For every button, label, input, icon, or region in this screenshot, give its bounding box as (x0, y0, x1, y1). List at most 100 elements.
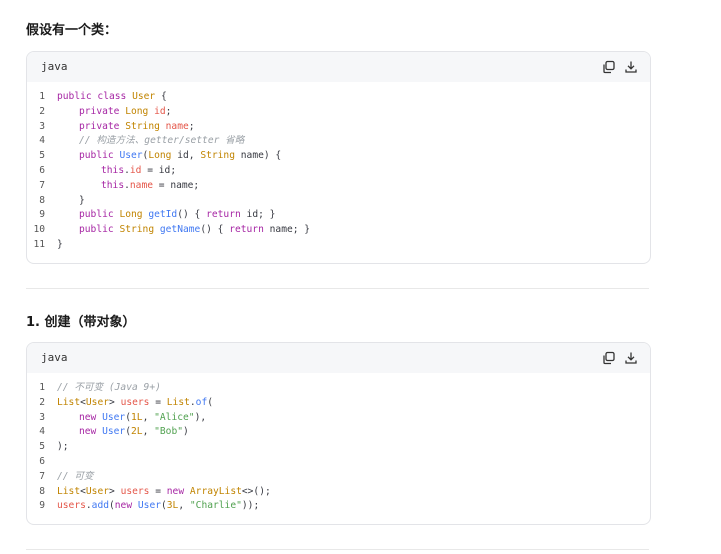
line-number: 11 (33, 238, 45, 250)
code-token: () { (177, 209, 207, 221)
section-divider (26, 288, 649, 289)
code-line: 8} (27, 194, 650, 209)
code-token: User (102, 426, 126, 438)
line-number: 4 (39, 135, 45, 147)
code-line: 1 public class User { (27, 90, 650, 105)
code-line: 7 this.name = name; (27, 179, 650, 194)
code-token: String (119, 224, 160, 236)
code-block-actions (602, 59, 638, 74)
code-token: // 不可变 (Java 9+) (57, 382, 161, 393)
code-token: List (166, 396, 190, 408)
line-number: 6 (39, 455, 45, 467)
code-token: return (229, 224, 270, 236)
download-icon[interactable] (624, 350, 638, 364)
line-number: 10 (33, 224, 45, 236)
line-number: 3 (39, 411, 45, 423)
code-token: users (120, 485, 150, 497)
code-token: new (79, 426, 103, 438)
code-line: 8 List<User> users = new ArrayList<>(); (27, 485, 650, 500)
code-token: User (85, 485, 109, 497)
code-token: // 可变 (57, 470, 94, 482)
code-token: name (129, 179, 153, 191)
code-line: 3 private String name; (27, 120, 650, 135)
code-line: 2 List<User> users = List.of( (27, 396, 650, 411)
code-line: 1 // 不可变 (Java 9+) (27, 381, 650, 396)
code-line: 11} (27, 238, 650, 253)
intro-heading: 假设有一个类： (26, 23, 118, 38)
code-token: ), (194, 411, 207, 423)
code-token: } (79, 194, 85, 206)
code-token: User (132, 91, 156, 102)
code-token: 1L (131, 411, 143, 423)
section-divider (26, 549, 649, 550)
line-number: 1 (39, 91, 45, 102)
code-token: getId (148, 209, 178, 221)
code-token: id; } (246, 209, 276, 221)
code-line: 9 public Long getId() { return id; } (27, 208, 650, 223)
section-heading: 1. 创建（带对象） (26, 315, 136, 330)
code-line: 10 public String getName() { return name;… (27, 223, 650, 238)
code-token: "Bob" (154, 426, 184, 438)
code-token: getName (159, 224, 201, 236)
code-token: // 构造方法、getter/setter 省略 (79, 135, 245, 147)
code-token: Long (148, 150, 178, 162)
code-block-header: java (27, 343, 650, 373)
code-token: "Alice" (154, 411, 195, 423)
code-token: User (102, 411, 126, 423)
code-token: String (200, 150, 241, 162)
code-token: = (149, 396, 167, 408)
line-number: 6 (39, 164, 45, 176)
code-token: 3L (166, 500, 179, 512)
code-token: private (79, 105, 126, 117)
line-number: 1 (39, 382, 45, 393)
code-block-class: java 1 public class User {2 private Long i… (26, 51, 651, 264)
code-token: = (149, 485, 167, 497)
code-token: User (119, 150, 143, 162)
code-token: public (79, 224, 120, 236)
code-line: 9 users.add(new User(3L, "Charlie")); (27, 499, 650, 514)
code-token: users (57, 500, 86, 512)
code-token: new (79, 411, 103, 423)
code-token: ; (165, 105, 172, 117)
line-number: 8 (39, 485, 45, 497)
line-number: 3 (39, 120, 45, 132)
code-line: 3 new User(1L, "Alice"), (27, 411, 650, 426)
line-number: 5 (39, 150, 45, 162)
line-number: 7 (39, 470, 45, 482)
line-number: 2 (39, 105, 45, 117)
code-token: ) (183, 426, 189, 438)
code-token: return (206, 209, 247, 221)
line-number: 2 (39, 396, 45, 408)
code-token: ( (207, 396, 214, 408)
code-token: new (114, 500, 138, 512)
code-token: public (79, 150, 120, 162)
line-number: 9 (39, 209, 45, 221)
code-language-label: java (41, 351, 68, 364)
copy-icon[interactable] (602, 350, 616, 365)
code-token: id, (177, 150, 201, 162)
code-token: ; (188, 120, 195, 132)
code-token: { (155, 91, 167, 102)
code-line: 7 // 可变 (27, 470, 650, 485)
code-body: 1// 不可变 (Java 9+) 2 List<User> users = Lis… (27, 373, 650, 524)
code-token: )); (241, 500, 260, 512)
code-token: , (178, 500, 190, 512)
code-language-label: java (41, 60, 68, 73)
code-block-header: java (27, 52, 650, 82)
code-token: ); (57, 441, 69, 453)
code-token: id (154, 105, 166, 117)
code-token: new (166, 485, 190, 497)
code-token: () { (200, 224, 230, 236)
code-token: ArrayList (189, 485, 242, 497)
code-token: List (57, 396, 81, 408)
code-line: 2 private Long id; (27, 105, 650, 120)
code-token: name (165, 120, 189, 132)
code-block-create: java 1// 不可变 (Java 9+) 2 List<User> users … (26, 342, 651, 526)
code-token: User (85, 396, 109, 408)
code-token: name; } (269, 224, 311, 236)
code-token: Long (119, 209, 149, 221)
download-icon[interactable] (624, 59, 638, 73)
code-token: this (101, 164, 125, 176)
code-token: <>(); (241, 485, 271, 497)
copy-icon[interactable] (602, 59, 616, 74)
